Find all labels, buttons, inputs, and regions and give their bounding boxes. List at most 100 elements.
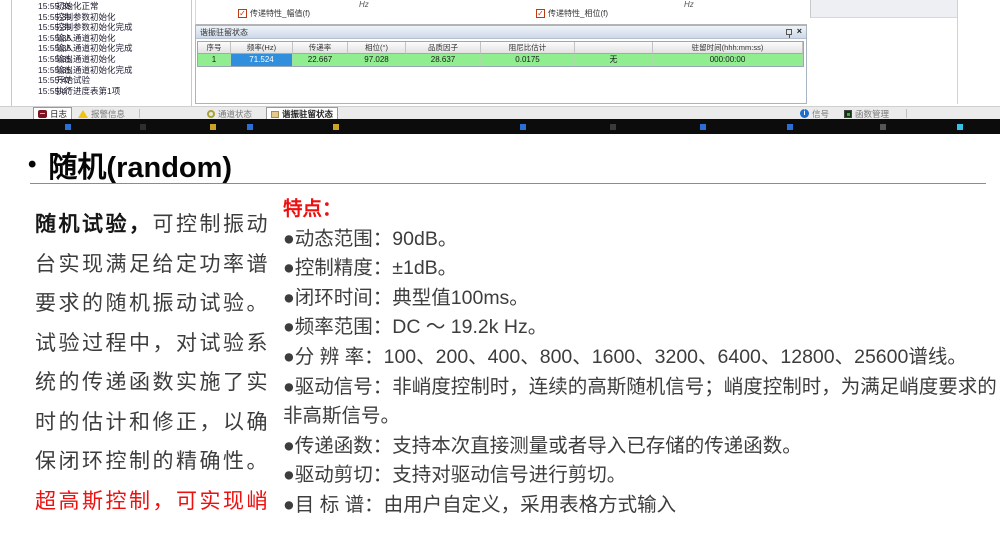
x-axis-unit-right: Hz bbox=[684, 0, 694, 9]
cell-frequency-selected: 71.524 bbox=[231, 54, 293, 66]
col-transmissibility[interactable]: 传递率 bbox=[293, 42, 348, 54]
taskbar-icon-speck bbox=[957, 124, 963, 130]
feature-control-accuracy: ●控制精度：±1dB。 bbox=[283, 254, 998, 284]
log-icon bbox=[38, 110, 47, 118]
legend-phase: ✓ 传递特性_相位(f) bbox=[536, 8, 608, 19]
table-header-row: 序号 频率(Hz) 传递率 相位(°) 品质因子 阻尼比估计 驻留时间(hhh:… bbox=[198, 42, 803, 54]
vibration-control-app: 15:55:35 初始化正常 15:55:35 控制参数初始化 15:55:35… bbox=[0, 0, 1000, 134]
intro-lead-bold: 随机试验， bbox=[35, 213, 153, 236]
tab-signal-label: 信号 bbox=[812, 108, 829, 120]
col-quality-factor[interactable]: 品质因子 bbox=[406, 42, 481, 54]
log-row: 15:55:35 输出通道初始化完成 bbox=[12, 64, 191, 75]
feature-drive-signal: ●驱动信号：非峭度控制时，连续的高斯随机信号；峭度控制时，为满足峭度要求的非高斯… bbox=[283, 373, 998, 432]
log-time: 15:55:35 bbox=[12, 1, 56, 11]
tab-channel-label: 通道状态 bbox=[218, 108, 252, 120]
bottom-tabbar: 日志 报警信息 通道状态 谐振驻留状态 i 信号 函数管理 bbox=[0, 106, 1000, 119]
taskbar-icon-speck bbox=[247, 124, 253, 130]
cell-quality-factor: 28.637 bbox=[406, 54, 481, 66]
intro-line: 试验过程中，对试验系 bbox=[35, 324, 275, 364]
cell-blank: 无 bbox=[575, 54, 653, 66]
log-message: 控制参数初始化 bbox=[56, 12, 116, 22]
col-index[interactable]: 序号 bbox=[198, 42, 231, 54]
panel-titlebar: 谐振驻留状态 × bbox=[196, 26, 806, 39]
log-row: 15:55:47 开始试验 bbox=[12, 74, 191, 85]
taskbar-icon-speck bbox=[520, 124, 526, 130]
heading-underline bbox=[30, 183, 986, 184]
panel-title: 谐振驻留状态 bbox=[200, 28, 248, 37]
log-message: 输出通道初始化 bbox=[56, 54, 116, 64]
panel-divider bbox=[957, 0, 958, 104]
col-blank[interactable] bbox=[575, 42, 653, 54]
side-panel-fragment bbox=[810, 0, 957, 18]
document-section: • 随机(random) 随机试验，可控制振动 台实现满足给定功率谱 要求的随机… bbox=[0, 134, 1000, 534]
tab-funcmgr-label: 函数管理 bbox=[855, 108, 889, 120]
resonance-status-icon bbox=[271, 111, 279, 118]
log-row: 15:55:35 输入通道初始化 bbox=[12, 32, 191, 43]
log-row: 15:55:35 控制参数初始化 bbox=[12, 11, 191, 22]
taskbar-icon-speck bbox=[787, 124, 793, 130]
col-phase[interactable]: 相位(°) bbox=[348, 42, 406, 54]
chart-strip: Hz Hz ✓ 传递特性_幅值(f) ✓ 传递特性_相位(f) bbox=[195, 0, 807, 25]
log-time: 15:55:35 bbox=[12, 22, 56, 32]
heading-text: 随机(random) bbox=[48, 144, 232, 186]
log-time: 15:55:35 bbox=[12, 33, 56, 43]
close-icon[interactable]: × bbox=[797, 27, 802, 36]
log-time: 15:55:35 bbox=[12, 12, 56, 22]
checkbox-icon[interactable]: ✓ bbox=[238, 9, 247, 18]
log-time: 15:55:47 bbox=[12, 86, 56, 96]
col-dwell-time[interactable]: 驻留时间(hhh:mm:ss) bbox=[653, 42, 803, 54]
feature-transfer-function: ●传递函数：支持本次直接测量或者导入已存储的传递函数。 bbox=[283, 432, 998, 462]
feature-loop-time: ●闭环时间：典型值100ms。 bbox=[283, 284, 998, 314]
feature-resolution: ●分 辨 率：100、200、400、800、1600、3200、6400、12… bbox=[283, 343, 998, 373]
taskbar-icon-speck bbox=[880, 124, 886, 130]
cell-damping-ratio: 0.0175 bbox=[481, 54, 575, 66]
feature-drive-clipping: ●驱动剪切：支持对驱动信号进行剪切。 bbox=[283, 461, 998, 491]
log-message: 控制参数初始化完成 bbox=[56, 22, 133, 32]
screenshot-root: 15:55:35 初始化正常 15:55:35 控制参数初始化 15:55:35… bbox=[0, 0, 1000, 534]
warning-icon bbox=[78, 110, 88, 118]
log-time: 15:55:35 bbox=[12, 43, 56, 53]
log-message: 输出通道初始化完成 bbox=[56, 65, 133, 75]
table-row[interactable]: 1 71.524 22.667 97.028 28.637 0.0175 无 0… bbox=[198, 54, 803, 66]
heading-bullet: • bbox=[28, 151, 36, 179]
intro-line-highlight: 超高斯控制，可实现峭 bbox=[35, 482, 275, 522]
taskbar-icon-speck bbox=[333, 124, 339, 130]
log-panel: 15:55:35 初始化正常 15:55:35 控制参数初始化 15:55:35… bbox=[11, 0, 192, 106]
taskbar-icon-speck bbox=[700, 124, 706, 130]
log-time: 15:55:35 bbox=[12, 54, 56, 64]
intro-paragraph: 随机试验，可控制振动 台实现满足给定功率谱 要求的随机振动试验。 试验过程中，对… bbox=[35, 205, 275, 521]
feature-dynamic-range: ●动态范围：90dB。 bbox=[283, 225, 998, 255]
log-message: 执行进度表第1项 bbox=[56, 86, 120, 96]
log-message: 开始试验 bbox=[56, 75, 90, 85]
taskbar-icon-speck bbox=[140, 124, 146, 130]
function-manager-icon bbox=[844, 110, 852, 118]
legend-amplitude: ✓ 传递特性_幅值(f) bbox=[238, 8, 310, 19]
log-message: 输入通道初始化 bbox=[56, 33, 116, 43]
col-frequency[interactable]: 频率(Hz) bbox=[231, 42, 293, 54]
cell-dwell-time: 000:00:00 bbox=[653, 54, 803, 66]
legend-phase-label: 传递特性_相位(f) bbox=[548, 8, 608, 19]
pin-icon[interactable] bbox=[786, 29, 792, 35]
log-message: 输入通道初始化完成 bbox=[56, 43, 133, 53]
tab-alarm-label: 报警信息 bbox=[91, 108, 125, 120]
signal-info-icon: i bbox=[800, 109, 809, 118]
log-time: 15:55:35 bbox=[12, 65, 56, 75]
resonance-dwell-panel: 谐振驻留状态 × 序号 频率(Hz) 传递率 相位(°) 品质因子 阻尼比估计 … bbox=[195, 25, 807, 104]
log-row: 15:55:35 输出通道初始化 bbox=[12, 53, 191, 64]
taskbar-icon-speck bbox=[210, 124, 216, 130]
col-damping-ratio[interactable]: 阻尼比估计 bbox=[481, 42, 575, 54]
taskbar-strip bbox=[0, 119, 1000, 134]
taskbar-icon-speck bbox=[65, 124, 71, 130]
log-time: 15:55:47 bbox=[12, 75, 56, 85]
feature-frequency-range: ●频率范围：DC ～ 19.2k Hz。 bbox=[283, 313, 998, 343]
log-message: 初始化正常 bbox=[56, 1, 99, 11]
intro-line: 随机试验，可控制振动 bbox=[35, 205, 275, 245]
tab-separator bbox=[906, 109, 907, 118]
features-title: 特点： bbox=[283, 195, 998, 225]
checkbox-icon[interactable]: ✓ bbox=[536, 9, 545, 18]
page-title: • 随机(random) bbox=[28, 144, 232, 186]
x-axis-unit-left: Hz bbox=[359, 0, 369, 9]
intro-line: 台实现满足给定功率谱 bbox=[35, 245, 275, 285]
intro-line: 时的估计和修正，以确 bbox=[35, 403, 275, 443]
log-row: 15:55:35 初始化正常 bbox=[12, 0, 191, 11]
